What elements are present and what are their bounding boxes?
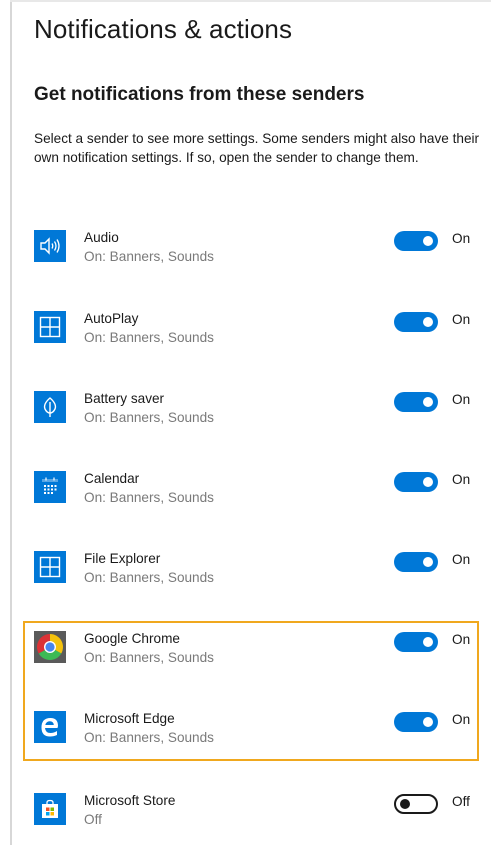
notification-toggle[interactable] xyxy=(394,712,438,732)
toggle-state-label: Off xyxy=(452,794,470,809)
toggle-knob xyxy=(423,317,433,327)
toggle-knob xyxy=(400,799,410,809)
sender-row-battery-saver[interactable]: Battery saver On: Banners, Sounds On xyxy=(34,391,474,439)
sender-status: Off xyxy=(84,812,102,827)
sender-name: Microsoft Edge xyxy=(84,711,175,726)
toggle-state-label: On xyxy=(452,472,471,487)
sender-name: Battery saver xyxy=(84,391,165,406)
notification-toggle[interactable] xyxy=(394,794,438,814)
sender-name: Google Chrome xyxy=(84,631,180,646)
toggle-state-label: On xyxy=(452,632,471,647)
sender-status: On: Banners, Sounds xyxy=(84,570,214,585)
toggle-state-label: On xyxy=(452,312,471,327)
toggle-state-label: On xyxy=(452,231,471,246)
sender-status: On: Banners, Sounds xyxy=(84,650,214,665)
toggle-state-label: On xyxy=(452,392,471,407)
notification-toggle[interactable] xyxy=(394,632,438,652)
battery-saver-icon xyxy=(34,391,66,423)
toggle-knob xyxy=(423,557,433,567)
sender-status: On: Banners, Sounds xyxy=(84,249,214,264)
calendar-icon xyxy=(34,471,66,503)
toggle-knob xyxy=(423,236,433,246)
toggle-state-label: On xyxy=(452,712,471,727)
settings-page: Notifications & actions Get notification… xyxy=(0,0,491,845)
sender-status: On: Banners, Sounds xyxy=(84,730,214,745)
file-explorer-icon xyxy=(34,551,66,583)
notification-toggle[interactable] xyxy=(394,392,438,412)
section-title: Get notifications from these senders xyxy=(34,84,365,105)
window-left-border xyxy=(10,0,12,845)
sender-row-microsoft-edge[interactable]: Microsoft Edge On: Banners, Sounds On xyxy=(34,711,474,759)
sender-row-google-chrome[interactable]: Google Chrome On: Banners, Sounds On xyxy=(34,631,474,679)
sender-name: File Explorer xyxy=(84,551,161,566)
toggle-knob xyxy=(423,477,433,487)
sender-row-microsoft-store[interactable]: Microsoft Store Off Off xyxy=(34,793,474,841)
notification-toggle[interactable] xyxy=(394,552,438,572)
notification-toggle[interactable] xyxy=(394,231,438,251)
notification-toggle[interactable] xyxy=(394,312,438,332)
sender-row-calendar[interactable]: Calendar On: Banners, Sounds On xyxy=(34,471,474,519)
chrome-icon xyxy=(34,631,66,663)
window-top-border xyxy=(10,0,491,2)
page-title: Notifications & actions xyxy=(34,14,293,44)
sender-name: Audio xyxy=(84,230,119,245)
autoplay-icon xyxy=(34,311,66,343)
section-description: Select a sender to see more settings. So… xyxy=(34,131,480,165)
toggle-knob xyxy=(423,397,433,407)
sender-row-autoplay[interactable]: AutoPlay On: Banners, Sounds On xyxy=(34,311,474,359)
sender-row-audio[interactable]: Audio On: Banners, Sounds On xyxy=(34,230,474,278)
sender-row-file-explorer[interactable]: File Explorer On: Banners, Sounds On xyxy=(34,551,474,599)
sender-name: AutoPlay xyxy=(84,311,139,326)
sender-name: Microsoft Store xyxy=(84,793,176,808)
store-icon xyxy=(34,793,66,825)
notification-toggle[interactable] xyxy=(394,472,438,492)
sender-status: On: Banners, Sounds xyxy=(84,490,214,505)
speaker-icon xyxy=(34,230,66,262)
edge-icon xyxy=(34,711,66,743)
sender-status: On: Banners, Sounds xyxy=(84,410,214,425)
sender-status: On: Banners, Sounds xyxy=(84,330,214,345)
sender-name: Calendar xyxy=(84,471,140,486)
toggle-knob xyxy=(423,717,433,727)
toggle-knob xyxy=(423,637,433,647)
toggle-state-label: On xyxy=(452,552,471,567)
